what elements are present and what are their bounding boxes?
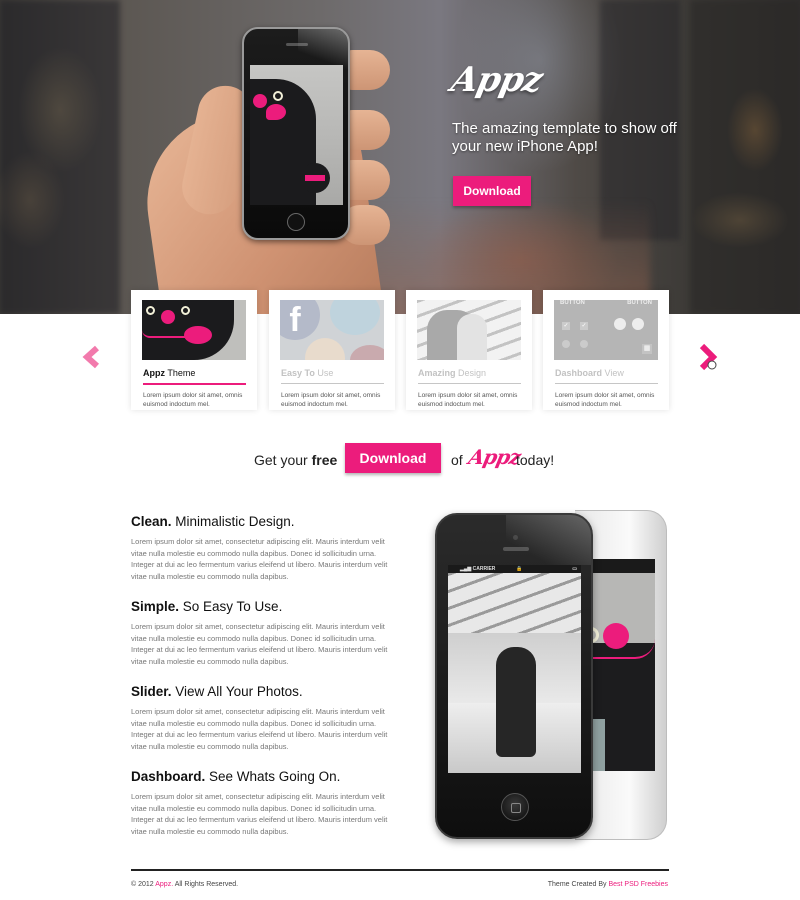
cursor-hand-icon: [707, 360, 717, 370]
footer-divider: [131, 869, 669, 871]
feature-title: Dashboard. See Whats Going On.: [131, 769, 341, 784]
grid-icon: ▦: [642, 344, 652, 354]
feature-body: Lorem ipsum dolor sit amet, consectetur …: [131, 622, 388, 666]
card-divider: [281, 383, 384, 384]
cta-download-button[interactable]: Download: [345, 443, 441, 473]
cta-suffix: today!: [516, 452, 555, 468]
slider-prev-button[interactable]: [80, 345, 104, 369]
background-building: [690, 0, 800, 314]
slider-card-appz-theme[interactable]: Appz Theme Lorem ipsum dolor sit amet, o…: [131, 290, 257, 410]
card-title: Easy To Use: [281, 368, 334, 378]
chevron-left-icon: [82, 345, 100, 369]
feature-item-dashboard: Dashboard. See Whats Going On. Lorem ips…: [131, 769, 401, 854]
black-iphone-screen: ▂▄▆ CARRIER 🔒 ▭: [448, 565, 581, 773]
slider-card-dashboard-view[interactable]: BUTTON BUTTON ✓ ✓ ▦ Dashboard View Lorem…: [543, 290, 669, 410]
feature-body: Lorem ipsum dolor sit amet, consectetur …: [131, 537, 388, 581]
card-description: Lorem ipsum dolor sit amet, omnis euismo…: [555, 392, 655, 408]
card-divider: [143, 383, 246, 385]
card-thumbnail: BUTTON BUTTON ✓ ✓ ▦: [554, 300, 658, 360]
slider-card-easy-to-use[interactable]: f Easy To Use Lorem ipsum dolor sit amet…: [269, 290, 395, 410]
feature-body: Lorem ipsum dolor sit amet, consectetur …: [131, 707, 388, 751]
card-thumbnail: [142, 300, 246, 360]
lock-icon: 🔒: [516, 566, 523, 572]
features-list: Clean. Minimalistic Design. Lorem ipsum …: [131, 514, 401, 854]
footer-credit-link[interactable]: Best PSD Freebies: [608, 881, 668, 888]
photo-couple: [496, 647, 536, 757]
card-description: Lorem ipsum dolor sit amet, omnis euismo…: [281, 392, 381, 408]
card-thumbnail: [417, 300, 521, 360]
home-button-icon: [287, 213, 305, 231]
social-icon: [350, 345, 384, 360]
checkbox-icon: ✓: [580, 322, 588, 330]
twitter-icon: [330, 300, 380, 335]
slider-card-amazing-design[interactable]: Amazing Design Lorem ipsum dolor sit ame…: [406, 290, 532, 410]
hero-section: Appz The amazing template to show off yo…: [0, 0, 800, 314]
feature-title: Simple. So Easy To Use.: [131, 599, 283, 614]
chevron-right-icon: [699, 343, 718, 371]
card-title: Dashboard View: [555, 368, 624, 378]
hero-tagline: The amazing template to show off your ne…: [452, 120, 677, 155]
feature-item-clean: Clean. Minimalistic Design. Lorem ipsum …: [131, 514, 401, 599]
home-button-icon: [501, 793, 529, 821]
feature-slider: Appz Theme Lorem ipsum dolor sit amet, o…: [131, 290, 671, 410]
cta-prefix: Get your free: [254, 452, 338, 468]
rss-icon: [305, 338, 345, 360]
cta-logo: Appz: [466, 445, 523, 469]
knob-icon: [614, 318, 626, 330]
hero-iphone: [242, 27, 350, 240]
card-divider: [555, 383, 658, 384]
card-divider: [418, 383, 521, 384]
card-title: Appz Theme: [143, 368, 196, 378]
status-bar: ▂▄▆ CARRIER 🔒 ▭: [448, 565, 581, 573]
cta-bar: Get your free Download of Appz today!: [0, 443, 800, 475]
signal-icon: ▂▄▆: [460, 566, 473, 572]
facebook-icon: f: [280, 300, 320, 340]
footer-credit: Theme Created By Best PSD Freebies: [547, 881, 668, 888]
card-title: Amazing Design: [418, 368, 487, 378]
hero-iphone-screen: [250, 65, 343, 205]
feature-body: Lorem ipsum dolor sit amet, consectetur …: [131, 792, 388, 836]
checkbox-icon: ✓: [562, 322, 570, 330]
radio-icon: [562, 340, 570, 348]
knob-icon: [632, 318, 644, 330]
feature-item-slider: Slider. View All Your Photos. Lorem ipsu…: [131, 684, 401, 769]
card-description: Lorem ipsum dolor sit amet, omnis euismo…: [418, 392, 518, 408]
brand-logo[interactable]: Appz: [448, 60, 546, 100]
battery-icon: ▭: [572, 566, 577, 572]
card-thumbnail: f: [280, 300, 384, 360]
radio-icon: [580, 340, 588, 348]
iphone-showcase: ▂▄▆ CARRIER 🔒 ▭: [430, 510, 670, 840]
background-building: [0, 0, 120, 314]
footer-appz-link[interactable]: Appz.: [155, 881, 173, 888]
cta-of: of: [451, 452, 463, 468]
hero-download-button[interactable]: Download: [453, 176, 531, 206]
slider-next-button[interactable]: [697, 343, 721, 371]
footer-copyright: © 2012 Appz. All Rights Reserved.: [131, 881, 239, 888]
black-iphone: ▂▄▆ CARRIER 🔒 ▭: [435, 513, 593, 839]
feature-title: Slider. View All Your Photos.: [131, 684, 303, 699]
feature-item-simple: Simple. So Easy To Use. Lorem ipsum dolo…: [131, 599, 401, 684]
feature-title: Clean. Minimalistic Design.: [131, 514, 295, 529]
card-description: Lorem ipsum dolor sit amet, omnis euismo…: [143, 392, 243, 408]
